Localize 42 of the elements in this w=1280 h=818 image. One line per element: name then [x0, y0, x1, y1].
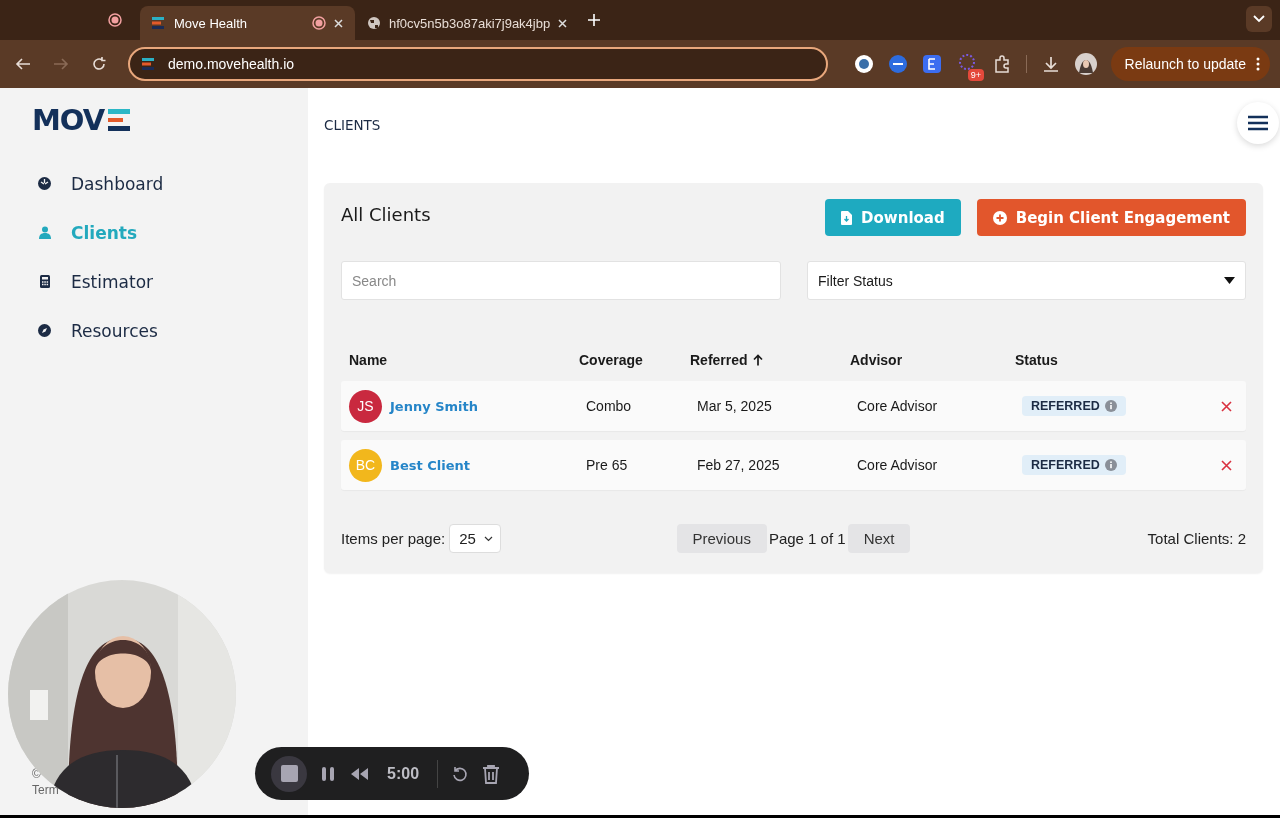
timer-text: 5:00 [387, 764, 420, 783]
column-header[interactable]: Status [1015, 352, 1198, 368]
client-name-link[interactable]: Best Client [390, 457, 470, 473]
url-text: demo.movehealth.io [168, 56, 295, 72]
previous-button[interactable]: Previous [676, 524, 767, 553]
sidebar-item[interactable]: Resources [32, 319, 308, 342]
page-title: CLIENTS [324, 117, 381, 133]
browser-tab[interactable]: hf0cv5n5b3o87aki7j9ak4jbp [355, 6, 580, 40]
sidebar-item[interactable]: Estimator [32, 270, 308, 293]
column-header[interactable]: Advisor [850, 352, 1015, 368]
table-cell-text: Pre 65 [585, 457, 629, 473]
sidebar-item[interactable]: Dashboard [32, 172, 308, 195]
avatar: JS [349, 389, 382, 423]
status-badge: REFERRED [1022, 455, 1126, 475]
column-header[interactable]: Name [349, 352, 579, 368]
table-cell-text: Mar 5, 2025 [696, 398, 773, 414]
table-cell-text: Core Advisor [856, 457, 939, 473]
items-per-page-dropdown[interactable]: 25 [449, 524, 501, 553]
client-name-link[interactable]: Jenny Smith [390, 398, 478, 414]
status-filter-dropdown[interactable]: Filter Status [807, 261, 1246, 300]
table-cell-text: Combo [585, 398, 633, 414]
logo-text: MOV [32, 103, 105, 137]
status-badge: REFERRED [1022, 396, 1126, 416]
browser-tab[interactable]: Move Health [140, 6, 355, 40]
page-info: Page 1 of 1 [768, 530, 846, 547]
avatar: BC [349, 448, 382, 482]
table-row[interactable]: BC Best Client Pre 65 Feb 27, 2025 Core Advisor REFERRED [341, 440, 1246, 490]
engagement-button[interactable]: Begin Client Engagement [976, 199, 1246, 236]
items-per-page-label: Items per page: [341, 530, 446, 547]
relaunch-button[interactable]: Relaunch to update [1110, 47, 1270, 81]
notification-badge: 9+ [967, 69, 984, 81]
search-field[interactable]: Search [341, 261, 781, 300]
panel-title: All Clients [341, 204, 431, 225]
total-count: Total Clients: 2 [1147, 530, 1246, 547]
table-cell-text: Core Advisor [856, 398, 939, 414]
table-cell-text: Feb 27, 2025 [696, 457, 781, 473]
table-row[interactable]: JS Jenny Smith Combo Mar 5, 2025 Core Advisor REFERRED [341, 381, 1246, 431]
footer-text: Term [32, 783, 59, 797]
column-header[interactable]: Referred [690, 352, 850, 368]
column-header[interactable]: Coverage [579, 352, 690, 368]
address-bar[interactable]: demo.movehealth.io [128, 47, 828, 81]
next-button[interactable]: Next [847, 524, 911, 553]
